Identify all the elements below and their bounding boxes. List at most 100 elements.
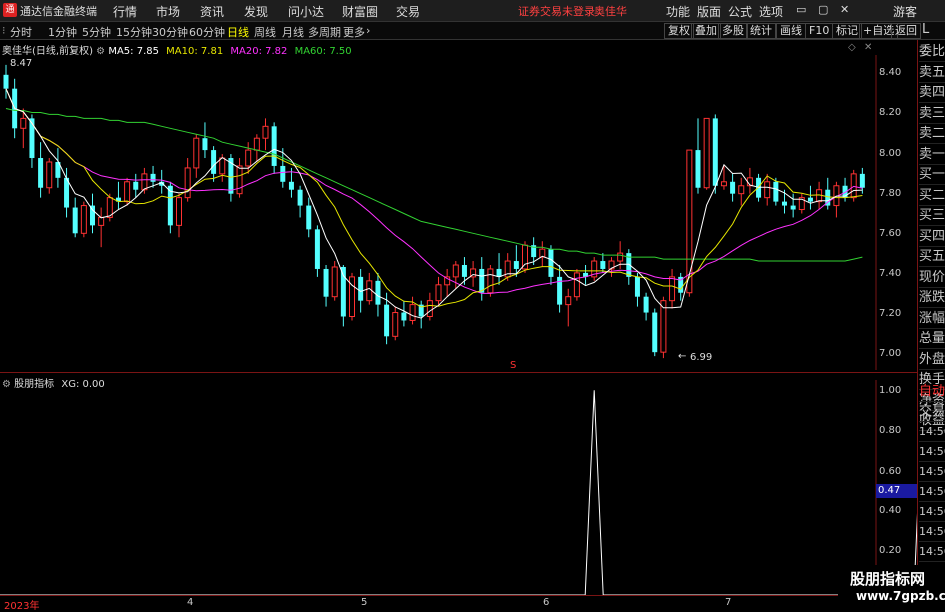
watermark: 股朋指标网 www.7gpzb.com xyxy=(838,565,945,609)
menu-item-wealth[interactable]: 财富圈 xyxy=(342,3,378,20)
draw-line-button[interactable]: 画线 xyxy=(776,23,806,39)
candle-body xyxy=(573,272,580,298)
side-panel-letter[interactable]: L xyxy=(922,22,929,37)
menu-item-discover[interactable]: 发现 xyxy=(244,3,268,20)
candle-body xyxy=(790,205,796,210)
candle-body xyxy=(375,280,381,305)
price-axis-tick: 7.20 xyxy=(879,308,902,319)
date-label: 7 xyxy=(725,597,732,608)
mark-button[interactable]: 标记 xyxy=(832,23,862,39)
xg-signal-line xyxy=(0,390,917,595)
tick-time-label: 14:56 xyxy=(919,503,945,522)
candle-body xyxy=(219,157,226,175)
candle-body xyxy=(487,268,494,294)
candle-body xyxy=(236,165,243,195)
date-label: 6 xyxy=(543,597,550,608)
overlay-button[interactable]: 叠加 xyxy=(691,23,721,39)
candle-body xyxy=(850,173,857,199)
candle-body xyxy=(565,296,572,306)
menu-item-options[interactable]: 选项 xyxy=(759,3,783,20)
stats-button[interactable]: 统计 xyxy=(746,23,776,39)
candle-body xyxy=(409,304,416,321)
tick-time-label: 14:56 xyxy=(919,443,945,462)
period-tab-60min[interactable]: 60分钟 xyxy=(189,24,225,40)
candle-body xyxy=(46,161,53,189)
price-axis-tick: 7.00 xyxy=(879,348,902,359)
date-axis-line xyxy=(0,595,917,596)
guest-button[interactable]: 游客 xyxy=(893,3,917,20)
f10-button[interactable]: F10 xyxy=(805,23,834,39)
period-tab-5min[interactable]: 5分钟 xyxy=(82,24,111,40)
side-panel-border xyxy=(917,40,918,609)
candle-body xyxy=(176,197,182,226)
tick-time-label: 14:56 xyxy=(919,523,945,542)
candle-body xyxy=(479,268,485,293)
indicator-chart[interactable] xyxy=(0,380,917,595)
period-tab-30min[interactable]: 30分钟 xyxy=(152,24,188,40)
tick-time-label: 14:56 xyxy=(919,423,945,442)
candle-body xyxy=(366,280,373,302)
candle-body xyxy=(314,229,320,269)
panel-divider[interactable] xyxy=(0,372,917,373)
candle-body xyxy=(288,181,294,190)
candle-body xyxy=(90,205,95,226)
adjust-button[interactable]: 复权 xyxy=(664,23,694,39)
close-panel-icon[interactable]: ✕ xyxy=(864,42,872,53)
watermark-title: 股朋指标网 xyxy=(850,570,926,588)
menu-bar: 通 通达信金融终端 行情 市场 资讯 发现 问小达 财富圈 交易 证券交易未登录… xyxy=(0,0,945,22)
candle-body xyxy=(426,300,433,318)
candle-body xyxy=(807,197,813,202)
more-chevron-icon[interactable]: › xyxy=(366,24,370,37)
candle-body xyxy=(80,205,87,234)
multi-stock-button[interactable]: 多股 xyxy=(718,23,748,39)
candle-body xyxy=(3,74,9,89)
date-label: 5 xyxy=(361,597,368,608)
menu-item-formula[interactable]: 公式 xyxy=(728,3,752,20)
candle-body xyxy=(643,296,649,313)
minimize-icon[interactable]: ▭ xyxy=(796,3,806,16)
quote-row-label: 卖一 xyxy=(919,146,945,165)
period-tab-intraday[interactable]: 分时 xyxy=(10,24,32,40)
price-chart[interactable] xyxy=(0,55,917,370)
diamond-icon[interactable]: ◇ xyxy=(848,42,856,53)
quote-row-label: 卖三 xyxy=(919,105,945,124)
candle-body xyxy=(738,185,745,195)
login-status[interactable]: 证券交易未登录 xyxy=(518,3,595,19)
period-tab-multi[interactable]: 多周期 xyxy=(308,24,341,40)
back-button[interactable]: 返回 xyxy=(891,23,921,39)
period-tab-weekly[interactable]: 周线 xyxy=(254,24,276,40)
menu-item-trade[interactable]: 交易 xyxy=(396,3,420,20)
period-tab-monthly[interactable]: 月线 xyxy=(282,24,304,40)
low-price-arrow-icon: ← xyxy=(678,351,687,362)
candle-body xyxy=(452,264,459,278)
menu-item-markets[interactable]: 市场 xyxy=(156,3,180,20)
candle-body xyxy=(703,117,710,189)
menu-item-layout[interactable]: 版面 xyxy=(697,3,721,20)
candle-body xyxy=(124,181,131,203)
close-icon[interactable]: ✕ xyxy=(840,3,849,16)
quote-row-label: 买二 xyxy=(919,187,945,206)
period-tab-daily[interactable]: 日线 xyxy=(227,24,249,40)
candle-body xyxy=(773,181,779,202)
candle-body xyxy=(358,276,364,301)
menu-item-news[interactable]: 资讯 xyxy=(200,3,224,20)
high-price-label: 8.47 xyxy=(10,58,33,69)
menu-item-function[interactable]: 功能 xyxy=(666,3,690,20)
period-tab-more[interactable]: 更多 xyxy=(343,24,365,40)
candle-body xyxy=(720,181,727,187)
price-axis-tick: 7.40 xyxy=(879,268,902,279)
trade-mode-label: 交易 xyxy=(919,403,945,422)
period-tab-1min[interactable]: 1分钟 xyxy=(48,24,77,40)
quote-row-label: 买一 xyxy=(919,166,945,185)
date-label: 2023年 xyxy=(4,601,40,612)
window-icon[interactable]: ▢ xyxy=(818,3,828,16)
menu-item-ask[interactable]: 问小达 xyxy=(288,3,324,20)
period-tab-15min[interactable]: 15分钟 xyxy=(116,24,152,40)
candle-body xyxy=(669,276,676,302)
candle-body xyxy=(695,150,701,188)
tick-time-label: 14:56 xyxy=(919,543,945,562)
quote-row-label: 卖四 xyxy=(919,84,945,103)
sell-signal-marker: S xyxy=(510,360,517,371)
quote-row-label: 买五 xyxy=(919,248,945,267)
menu-item-market[interactable]: 行情 xyxy=(113,3,137,20)
